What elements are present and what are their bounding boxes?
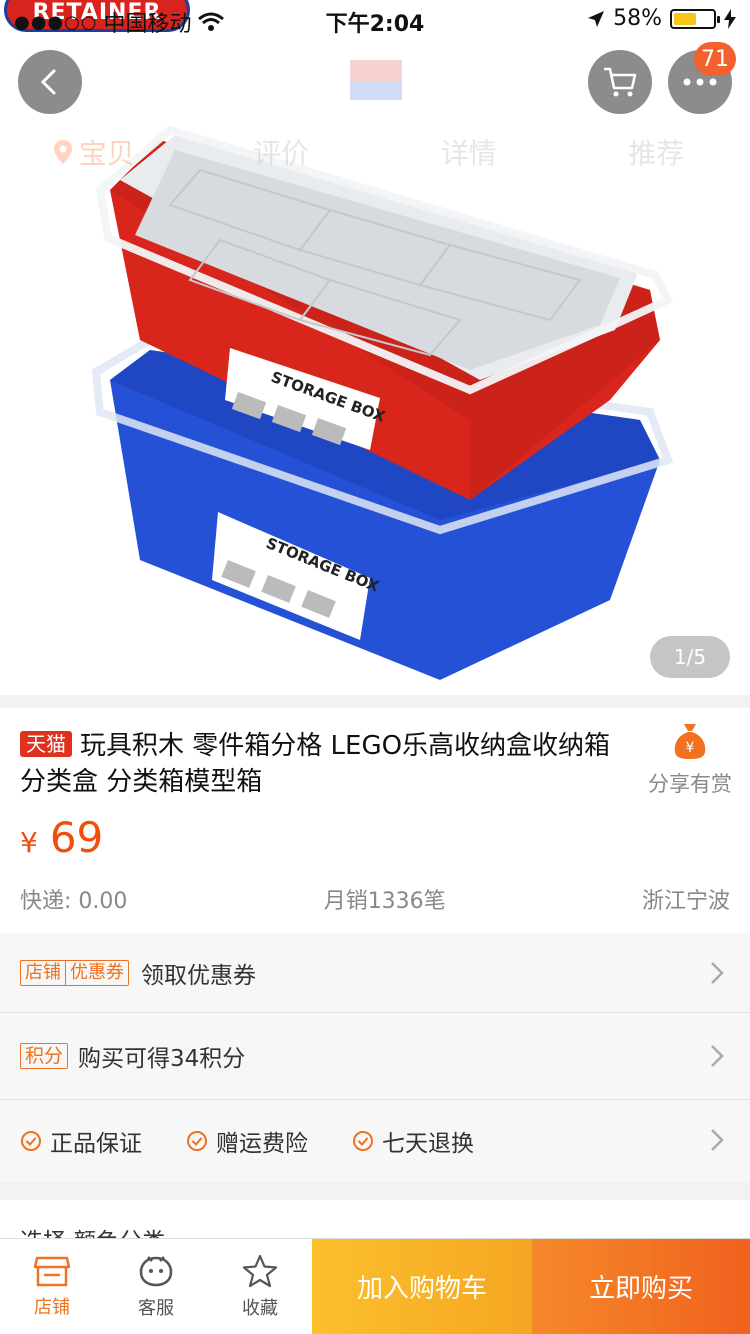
- coupon-tag: 优惠券: [66, 959, 129, 986]
- guarantee-label: 正品保证: [50, 1131, 142, 1157]
- favorite-label: 收藏: [242, 1297, 278, 1319]
- chevron-right-icon: [711, 962, 724, 984]
- points-tag: 积分: [20, 1043, 69, 1069]
- price: ¥ 69: [20, 813, 103, 862]
- store-coupon-tag: 店铺: [20, 959, 66, 986]
- product-title-text: 玩具积木 零件箱分格 LEGO乐高收纳盒收纳箱 分类盒 分类箱模型箱: [20, 731, 611, 797]
- chevron-right-icon: [711, 1129, 724, 1151]
- service-face-icon: [139, 1255, 173, 1286]
- coupon-text: 领取优惠券: [141, 962, 256, 989]
- image-counter: 1/5: [650, 636, 730, 678]
- status-right: 58%: [587, 6, 736, 31]
- service-button[interactable]: 客服: [104, 1239, 208, 1334]
- tab-detail[interactable]: 详情: [375, 130, 563, 174]
- tab-rating[interactable]: 评价: [188, 130, 376, 174]
- buy-now-button[interactable]: 立即购买: [532, 1239, 750, 1334]
- product-title: 天猫 玩具积木 零件箱分格 LEGO乐高收纳盒收纳箱 分类盒 分类箱模型箱: [20, 728, 620, 800]
- cart-icon: [604, 67, 637, 97]
- monthly-sales: 月销1336笔: [323, 889, 446, 914]
- bottom-action-bar: 店铺 客服 收藏 加入购物车 立即购买: [0, 1238, 750, 1334]
- check-circle-icon: [21, 1131, 41, 1151]
- money-bag-icon: ¥: [674, 724, 706, 759]
- ship-location: 浙江宁波: [641, 889, 730, 914]
- status-bar: RETAINER ●●●○○ 中国移动 下午2:04 58%: [0, 0, 750, 40]
- location-pin-icon: [53, 140, 72, 164]
- svg-text:¥: ¥: [686, 740, 695, 756]
- share-button[interactable]: ¥ 分享有赏: [640, 722, 740, 798]
- battery-percent: 58%: [613, 6, 662, 31]
- price-value: 69: [49, 813, 104, 862]
- store-label: 店铺: [34, 1296, 70, 1318]
- meta-row: 快递: 0.00 月销1336笔 浙江宁波: [20, 883, 730, 915]
- charging-icon: [724, 8, 736, 29]
- tab-label-item: 宝贝: [78, 137, 135, 170]
- back-arrow-icon: [40, 69, 56, 95]
- cart-button[interactable]: [588, 50, 652, 114]
- check-circle-icon: [187, 1131, 207, 1151]
- chevron-right-icon: [711, 1045, 724, 1067]
- more-icon: [683, 78, 717, 86]
- faded-thumbnail: [350, 60, 402, 100]
- points-text: 购买可得34积分: [78, 1046, 246, 1072]
- tab-item[interactable]: 宝贝: [0, 130, 188, 174]
- promo-rows: 店铺 优惠券 领取优惠券 积分 购买可得34积分 正品保证 赠运费险 七天退换: [0, 933, 750, 1182]
- coupon-row[interactable]: 店铺 优惠券 领取优惠券: [0, 933, 750, 1013]
- location-arrow-icon: [588, 10, 605, 27]
- product-gallery[interactable]: STORAGE BOX STORAGE BOX RETAINER ●●●○○ 中…: [0, 0, 750, 695]
- store-icon: [34, 1256, 70, 1286]
- share-label: 分享有赏: [648, 772, 732, 796]
- battery-icon: [670, 8, 720, 29]
- service-label: 客服: [138, 1297, 174, 1319]
- guarantee-label: 赠运费险: [216, 1131, 308, 1157]
- top-tabs: 宝贝 评价 详情 推荐: [0, 130, 750, 174]
- add-to-cart-button[interactable]: 加入购物车: [312, 1239, 532, 1334]
- guarantee-row[interactable]: 正品保证 赠运费险 七天退换: [0, 1100, 750, 1182]
- product-info: 天猫 玩具积木 零件箱分格 LEGO乐高收纳盒收纳箱 分类盒 分类箱模型箱 ¥ 分…: [0, 708, 750, 933]
- tab-recommend[interactable]: 推荐: [563, 130, 750, 174]
- tab-label-rating: 评价: [253, 137, 310, 170]
- tab-label-detail: 详情: [440, 137, 497, 170]
- star-icon: [242, 1254, 278, 1287]
- guarantee-item: 正品保证: [20, 1124, 142, 1158]
- guarantee-item: 赠运费险: [186, 1124, 308, 1158]
- points-row[interactable]: 积分 购买可得34积分: [0, 1013, 750, 1100]
- back-button[interactable]: [18, 50, 82, 114]
- tmall-tag: 天猫: [20, 731, 72, 757]
- favorite-button[interactable]: 收藏: [208, 1239, 312, 1334]
- tab-label-recommend: 推荐: [628, 137, 685, 170]
- check-circle-icon: [353, 1131, 373, 1151]
- store-button[interactable]: 店铺: [0, 1239, 104, 1334]
- guarantee-item: 七天退换: [352, 1124, 474, 1158]
- guarantee-label: 七天退换: [382, 1131, 474, 1157]
- guarantee-list: 正品保证 赠运费险 七天退换: [20, 1124, 474, 1158]
- currency-symbol: ¥: [20, 826, 38, 859]
- battery-fill: [674, 12, 697, 25]
- shipping-fee: 快递: 0.00: [20, 889, 128, 914]
- notification-badge: 71: [694, 42, 736, 76]
- coupon-tags: 店铺 优惠券: [20, 959, 129, 986]
